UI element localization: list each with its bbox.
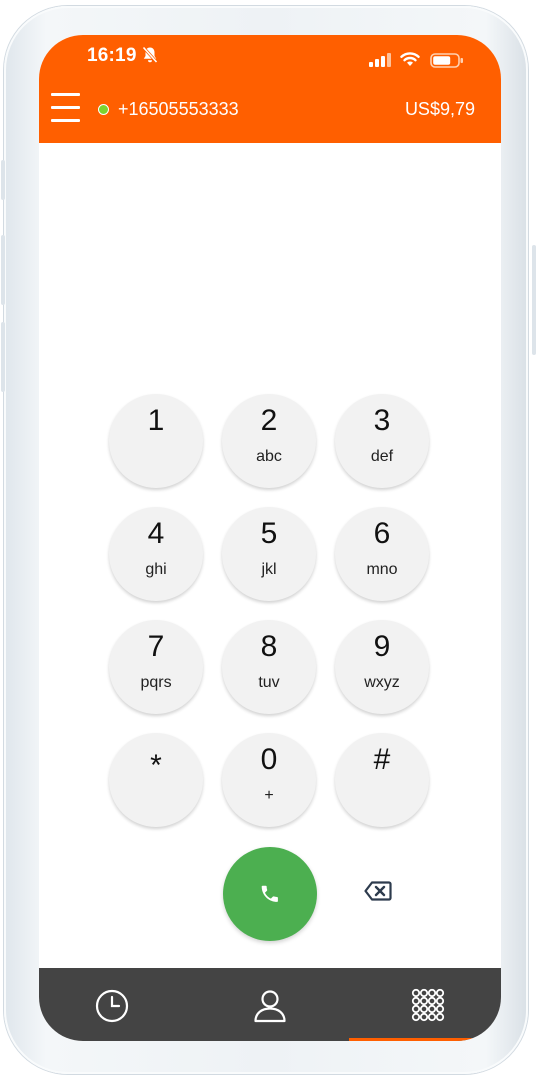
account-balance[interactable]: US$9,79 [405,99,475,120]
key-letters: ghi [145,561,167,578]
key-digit: 1 [147,404,165,437]
status-time: 16:19 [87,45,137,66]
key-6[interactable]: 6 mno [335,507,429,601]
key-digit: # [373,743,391,776]
key-3[interactable]: 3 def [335,394,429,488]
online-status-dot [98,104,109,115]
hamburger-menu-icon[interactable] [51,91,81,125]
app-header: 16:19 +16505553333 US$9,79 [39,35,501,143]
wifi-icon [400,52,420,66]
nav-item-dialpad[interactable] [347,968,501,1041]
key-digit: * [150,749,162,782]
phone-volume-up-button [1,235,5,305]
call-button[interactable] [223,847,317,941]
dialpad-grid-icon [411,988,445,1022]
key-letters: mno [366,561,398,578]
key-digit: 6 [373,517,391,550]
key-8[interactable]: 8 tuv [222,620,316,714]
key-digit: 2 [260,404,278,437]
key-letters: pqrs [140,674,172,691]
battery-icon [430,53,463,68]
app-screen: 16:19 +16505553333 US$9,79 1 2 abc 3 def… [39,35,501,1041]
key-letters: jkl [261,561,277,578]
phone-call-icon [261,885,278,902]
active-tab-indicator [349,1038,501,1041]
nav-item-history[interactable] [39,968,193,1041]
key-letters: + [264,787,274,804]
backspace-icon[interactable] [364,881,392,901]
caller-phone-number: +16505553333 [118,99,239,119]
bottom-navigation [39,968,501,1041]
key-digit: 3 [373,404,391,437]
key-2[interactable]: 2 abc [222,394,316,488]
key-5[interactable]: 5 jkl [222,507,316,601]
key-letters: def [370,448,394,465]
phone-side-button [1,160,5,200]
key-7[interactable]: 7 pqrs [109,620,203,714]
key-letters: tuv [258,674,280,691]
key-digit: 5 [260,517,278,550]
key-4[interactable]: 4 ghi [109,507,203,601]
key-hash[interactable]: # [335,733,429,827]
bell-muted-icon [142,46,158,64]
key-letters: abc [256,448,282,465]
key-digit: 9 [373,630,391,663]
key-1[interactable]: 1 [109,394,203,488]
key-star[interactable]: * [109,733,203,827]
contacts-person-icon [254,990,286,1023]
nav-item-contacts[interactable] [193,968,347,1041]
phone-power-button [532,245,536,355]
key-digit: 0 [260,743,278,776]
key-0[interactable]: 0 + [222,733,316,827]
key-9[interactable]: 9 wxyz [335,620,429,714]
key-digit: 8 [260,630,278,663]
key-letters: wxyz [364,674,400,691]
phone-volume-down-button [1,322,5,392]
history-clock-icon [95,989,129,1023]
signal-icon [369,53,391,67]
key-digit: 7 [147,630,165,663]
key-digit: 4 [147,517,165,550]
